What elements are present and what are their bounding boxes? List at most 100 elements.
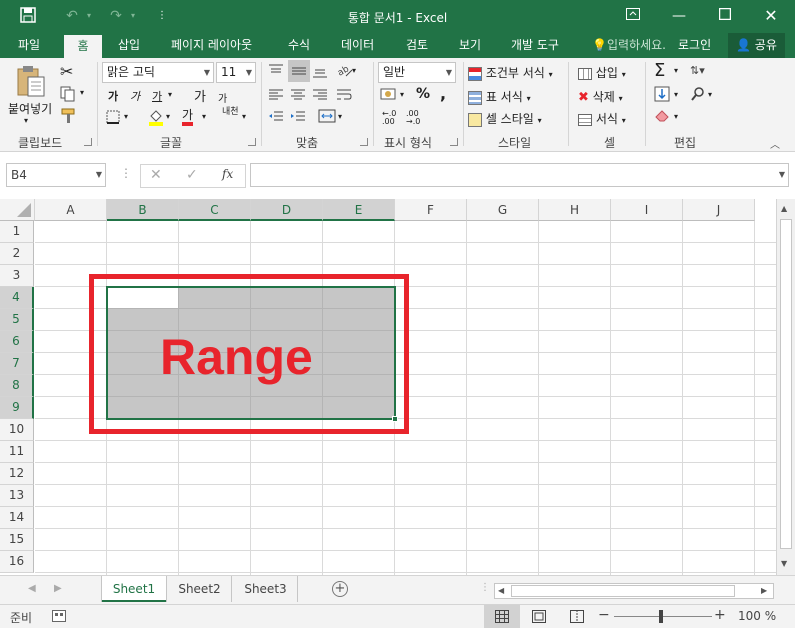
- split-handle-icon[interactable]: ⋮: [480, 582, 490, 593]
- sort-filter-icon[interactable]: ⇅▾: [690, 64, 705, 77]
- bold-button[interactable]: 가: [108, 88, 118, 104]
- scroll-sheets-right-icon[interactable]: ▶: [54, 583, 62, 594]
- number-format-select[interactable]: 일반 ▼: [378, 62, 456, 83]
- horizontal-scrollbar[interactable]: ◀ ▶: [494, 583, 774, 599]
- align-middle-icon[interactable]: [288, 60, 310, 82]
- minimize-icon[interactable]: —: [664, 4, 694, 28]
- sheet-tab-3[interactable]: Sheet3: [234, 576, 298, 602]
- row-header-15[interactable]: 15: [0, 529, 34, 551]
- row-header-16[interactable]: 16: [0, 551, 34, 573]
- merge-dropdown-icon[interactable]: ▾: [338, 112, 342, 121]
- align-top-icon[interactable]: [268, 64, 284, 81]
- sheet-tab-2[interactable]: Sheet2: [168, 576, 232, 602]
- sheet-tab-1[interactable]: Sheet1: [102, 576, 166, 602]
- share-button[interactable]: 👤 공유: [728, 33, 785, 58]
- fill-color-icon[interactable]: [148, 108, 164, 129]
- scroll-sheets-left-icon[interactable]: ◀: [28, 583, 36, 594]
- copy-icon[interactable]: [60, 86, 76, 105]
- borders-dropdown-icon[interactable]: ▾: [124, 112, 128, 121]
- comma-style-button[interactable]: ,: [440, 84, 446, 103]
- select-all-corner[interactable]: [0, 199, 35, 221]
- row-header-6[interactable]: 6: [0, 331, 34, 353]
- zoom-in-icon[interactable]: +: [714, 607, 726, 623]
- zoom-level[interactable]: 100 %: [738, 609, 776, 623]
- row-header-1[interactable]: 1: [0, 221, 34, 243]
- column-header-f[interactable]: F: [395, 199, 467, 221]
- copy-dropdown-icon[interactable]: ▾: [80, 88, 84, 97]
- increase-indent-icon[interactable]: [290, 110, 306, 127]
- column-header-d[interactable]: D: [251, 199, 323, 221]
- enter-icon[interactable]: ✓: [186, 167, 198, 183]
- collapse-ribbon-icon[interactable]: ︿: [770, 136, 780, 151]
- tab-insert[interactable]: 삽입: [114, 33, 144, 58]
- zoom-slider-thumb[interactable]: [659, 610, 663, 623]
- row-header-8[interactable]: 8: [0, 375, 34, 397]
- find-select-icon[interactable]: [690, 86, 706, 105]
- accounting-format-icon[interactable]: [380, 86, 398, 105]
- row-header-7[interactable]: 7: [0, 353, 34, 375]
- fill-icon[interactable]: [654, 86, 670, 105]
- tab-view[interactable]: 보기: [455, 33, 485, 58]
- row-header-9[interactable]: 9: [0, 397, 34, 419]
- row-header-2[interactable]: 2: [0, 243, 34, 265]
- close-icon[interactable]: ✕: [756, 4, 786, 28]
- scroll-left-icon[interactable]: ◀: [498, 586, 504, 595]
- tab-page-layout[interactable]: 페이지 레이아웃: [167, 33, 256, 58]
- tab-home[interactable]: 홈: [64, 35, 102, 58]
- row-header-11[interactable]: 11: [0, 441, 34, 463]
- underline-dropdown-icon[interactable]: ▾: [168, 90, 172, 99]
- font-name-select[interactable]: 맑은 고딕 ▼: [102, 62, 214, 83]
- fill-color-dropdown-icon[interactable]: ▾: [166, 112, 170, 121]
- phonetic-guide-button[interactable]: 내천: [222, 108, 242, 117]
- formula-input[interactable]: ▼: [250, 163, 789, 187]
- merge-center-icon[interactable]: [318, 108, 336, 127]
- align-center-icon[interactable]: [290, 88, 306, 105]
- tell-me-box[interactable]: 💡입력하세요.: [588, 33, 670, 58]
- insert-cells-button[interactable]: 삽입 ▾: [578, 64, 626, 81]
- sign-in-link[interactable]: 로그인: [674, 33, 715, 58]
- autosum-icon[interactable]: Σ: [654, 60, 665, 81]
- delete-cells-button[interactable]: ✖ 삭제 ▾: [578, 88, 623, 105]
- format-as-table-button[interactable]: 표 서식 ▾: [468, 88, 531, 105]
- column-header-j[interactable]: J: [683, 199, 755, 221]
- column-header-h[interactable]: H: [539, 199, 611, 221]
- cell-styles-button[interactable]: 셀 스타일 ▾: [468, 110, 542, 127]
- format-painter-icon[interactable]: [60, 108, 78, 127]
- clipboard-launcher-icon[interactable]: [84, 138, 92, 146]
- insert-function-button[interactable]: fx: [222, 167, 233, 181]
- row-header-3[interactable]: 3: [0, 265, 34, 287]
- page-break-preview-icon[interactable]: [570, 610, 584, 626]
- macro-record-icon[interactable]: [52, 610, 66, 625]
- row-header-4[interactable]: 4: [0, 287, 34, 309]
- alignment-launcher-icon[interactable]: [360, 138, 368, 146]
- scroll-up-icon[interactable]: ▲: [781, 204, 787, 213]
- align-right-icon[interactable]: [312, 88, 328, 105]
- row-header-5[interactable]: 5: [0, 309, 34, 331]
- vertical-scroll-thumb[interactable]: [780, 219, 792, 549]
- grow-font-button[interactable]: 가: [194, 86, 206, 105]
- cut-icon[interactable]: ✂: [60, 62, 73, 81]
- orientation-dropdown-icon[interactable]: ▾: [352, 66, 356, 75]
- column-header-b[interactable]: B: [107, 199, 179, 221]
- clear-icon[interactable]: [654, 108, 672, 125]
- paste-icon[interactable]: [14, 64, 48, 101]
- column-header-g[interactable]: G: [467, 199, 539, 221]
- column-header-c[interactable]: C: [179, 199, 251, 221]
- page-layout-view-icon[interactable]: [532, 610, 546, 626]
- phonetic-dropdown-icon[interactable]: ▾: [242, 112, 246, 121]
- row-header-12[interactable]: 12: [0, 463, 34, 485]
- maximize-icon[interactable]: [710, 4, 740, 28]
- tab-formulas[interactable]: 수식: [284, 33, 314, 58]
- paste-button[interactable]: 붙여넣기: [8, 100, 52, 117]
- normal-view-button[interactable]: [484, 605, 520, 628]
- tab-data[interactable]: 데이터: [337, 33, 378, 58]
- conditional-formatting-button[interactable]: 조건부 서식 ▾: [468, 64, 553, 81]
- decrease-decimal-button[interactable]: .00 →.0: [406, 110, 420, 126]
- ribbon-display-options-icon[interactable]: [618, 4, 648, 28]
- number-launcher-icon[interactable]: [450, 138, 458, 146]
- scroll-right-icon[interactable]: ▶: [761, 586, 767, 595]
- fill-dropdown-icon[interactable]: ▾: [674, 90, 678, 99]
- font-launcher-icon[interactable]: [248, 138, 256, 146]
- percent-style-button[interactable]: %: [416, 86, 430, 102]
- font-color-dropdown-icon[interactable]: ▾: [202, 112, 206, 121]
